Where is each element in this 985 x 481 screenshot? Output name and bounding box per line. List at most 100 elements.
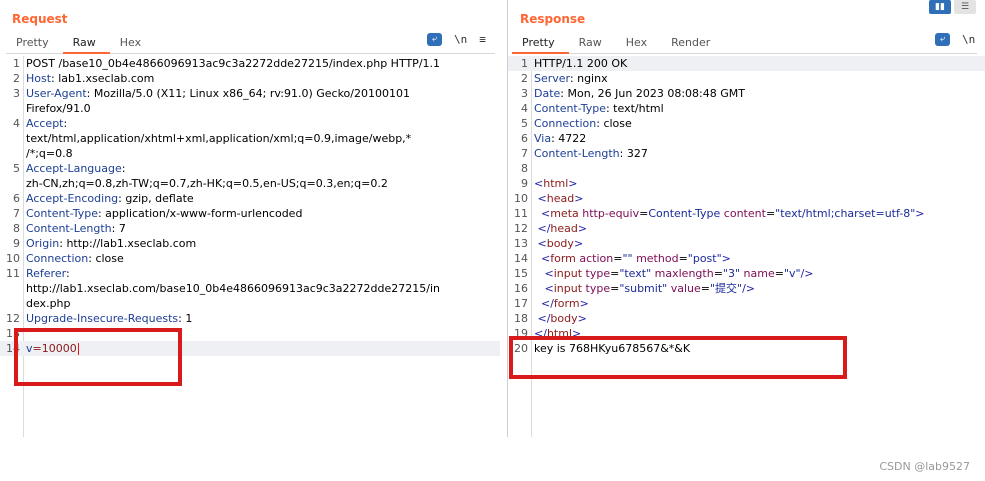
code-line[interactable]: 2 Host: lab1.xseclab.com: [0, 71, 500, 86]
line-content: Accept-Language:: [26, 161, 125, 176]
code-token: : application/x-www-form-urlencoded: [97, 207, 303, 220]
code-line[interactable]: 8 Content-Length: 7: [0, 221, 500, 236]
code-line[interactable]: 14 <form action="" method="post">: [508, 251, 985, 266]
code-token: : text/html: [605, 102, 664, 115]
code-token: dex.php: [26, 297, 71, 310]
code-token: :: [121, 162, 126, 175]
code-line[interactable]: 7 Content-Type: application/x-www-form-ur…: [0, 206, 500, 221]
response-tab-hex[interactable]: Hex: [616, 34, 661, 52]
request-tab-raw[interactable]: Raw: [62, 34, 110, 54]
wrap-lines-icon[interactable]: ⤶: [427, 33, 442, 46]
code-token: Upgrade-Insecure-Requests: [26, 312, 179, 325]
code-line[interactable]: 11 <meta http-equiv=Content-Type content…: [508, 206, 985, 221]
code-token: input: [553, 267, 583, 280]
code-token: :: [65, 267, 70, 280]
code-line[interactable]: 4 Accept:: [0, 116, 500, 131]
code-token: input: [553, 282, 583, 295]
code-line[interactable]: dex.php: [0, 296, 500, 311]
code-line[interactable]: 1 HTTP/1.1 200 OK: [508, 56, 985, 71]
wrap-lines-icon[interactable]: ⤶: [935, 33, 950, 46]
line-number: 3: [13, 87, 20, 100]
code-token: </: [534, 312, 551, 325]
code-token: >: [579, 297, 589, 310]
code-token: "v": [783, 267, 801, 280]
code-line[interactable]: 10 <head>: [508, 191, 985, 206]
code-line[interactable]: 13 <body>: [508, 236, 985, 251]
code-line[interactable]: text/html,application/xhtml+xml,applicat…: [0, 131, 500, 146]
code-line[interactable]: 18 </body>: [508, 311, 985, 326]
code-line[interactable]: 10 Connection: close: [0, 251, 500, 266]
line-content: POST /base10_0b4e4866096913ac9c3a2272dde…: [26, 56, 440, 71]
line-content: <html>: [534, 176, 578, 191]
code-token: content: [720, 207, 766, 220]
code-line[interactable]: 11 Referer:: [0, 266, 500, 281]
code-token: http-equiv: [578, 207, 640, 220]
line-number: 6: [13, 192, 20, 205]
line-number: 18: [514, 312, 528, 325]
request-tools: ⤶ \n ≡: [427, 33, 486, 46]
code-token: =: [678, 252, 688, 265]
line-number: 9: [13, 237, 20, 250]
code-line[interactable]: 9 <html>: [508, 176, 985, 191]
code-line[interactable]: 15 <input type="text" maxlength="3" name…: [508, 266, 985, 281]
code-line[interactable]: 12 Upgrade-Insecure-Requests: 1: [0, 311, 500, 326]
code-line[interactable]: 3 User-Agent: Mozilla/5.0 (X11; Linux x86…: [0, 86, 500, 101]
line-content: User-Agent: Mozilla/5.0 (X11; Linux x86_…: [26, 86, 410, 101]
line-number: 4: [521, 102, 528, 115]
code-line[interactable]: 7 Content-Length: 327: [508, 146, 985, 161]
response-tab-pretty[interactable]: Pretty: [512, 34, 569, 54]
code-token: type: [582, 267, 611, 280]
code-line[interactable]: 16 <input type="submit" value="提交"/>: [508, 281, 985, 296]
response-tab-render[interactable]: Render: [661, 34, 724, 52]
code-line[interactable]: http://lab1.xseclab.com/base10_0b4e48660…: [0, 281, 500, 296]
code-token: >: [915, 207, 925, 220]
response-editor[interactable]: 1 HTTP/1.1 200 OK 2 Server: nginx 3 Date: Mon…: [508, 56, 985, 356]
code-line[interactable]: 17 </form>: [508, 296, 985, 311]
code-token: text/html,application/xhtml+xml,applicat…: [26, 132, 412, 145]
code-line[interactable]: 3 Date: Mon, 26 Jun 2023 08:08:48 GMT: [508, 86, 985, 101]
line-number: 7: [521, 147, 528, 160]
code-token: >: [568, 177, 578, 190]
line-content: <meta http-equiv=Content-Type content="t…: [534, 206, 925, 221]
code-line[interactable]: 4 Content-Type: text/html: [508, 101, 985, 116]
code-line[interactable]: /*;q=0.8: [0, 146, 500, 161]
code-line[interactable]: zh-CN,zh;q=0.8,zh-TW;q=0.7,zh-HK;q=0.5,e…: [0, 176, 500, 191]
line-content: <head>: [534, 191, 583, 206]
menu-icon[interactable]: ≡: [479, 33, 486, 46]
newline-toggle[interactable]: \n: [962, 33, 975, 46]
newline-toggle[interactable]: \n: [454, 33, 467, 46]
code-line[interactable]: 12 </head>: [508, 221, 985, 236]
code-token: =: [713, 267, 723, 280]
line-number: 5: [521, 117, 528, 130]
line-content: Content-Length: 327: [534, 146, 648, 161]
code-line[interactable]: 9 Origin: http://lab1.xseclab.com: [0, 236, 500, 251]
code-line[interactable]: 6 Accept-Encoding: gzip, deflate: [0, 191, 500, 206]
request-tab-hex[interactable]: Hex: [110, 34, 155, 52]
line-number: 8: [521, 162, 528, 175]
code-token: Via: [534, 132, 552, 145]
line-content: Date: Mon, 26 Jun 2023 08:08:48 GMT: [534, 86, 745, 101]
code-line[interactable]: 1 POST /base10_0b4e4866096913ac9c3a2272dd…: [0, 56, 500, 71]
request-title: Request: [12, 12, 68, 26]
request-tab-pretty[interactable]: Pretty: [6, 34, 63, 52]
code-line[interactable]: 2 Server: nginx: [508, 71, 985, 86]
code-token: head: [550, 222, 578, 235]
code-line[interactable]: 5 Connection: close: [508, 116, 985, 131]
line-content: Server: nginx: [534, 71, 608, 86]
code-token: Host: [26, 72, 52, 85]
code-token: >: [721, 252, 731, 265]
line-number: 9: [521, 177, 528, 190]
code-line[interactable]: 5 Accept-Language:: [0, 161, 500, 176]
code-line[interactable]: 6 Via: 4722: [508, 131, 985, 146]
code-token: =: [774, 267, 784, 280]
code-token: Content-Length: [26, 222, 112, 235]
line-number: 17: [514, 297, 528, 310]
request-editor[interactable]: 1 POST /base10_0b4e4866096913ac9c3a2272dd…: [0, 56, 500, 356]
code-line[interactable]: Firefox/91.0: [0, 101, 500, 116]
response-tab-raw[interactable]: Raw: [569, 34, 616, 52]
line-content: </body>: [534, 311, 586, 326]
line-content: Content-Length: 7: [26, 221, 126, 236]
code-token: meta: [550, 207, 579, 220]
code-line[interactable]: 8: [508, 161, 985, 176]
code-token: >: [577, 222, 588, 235]
